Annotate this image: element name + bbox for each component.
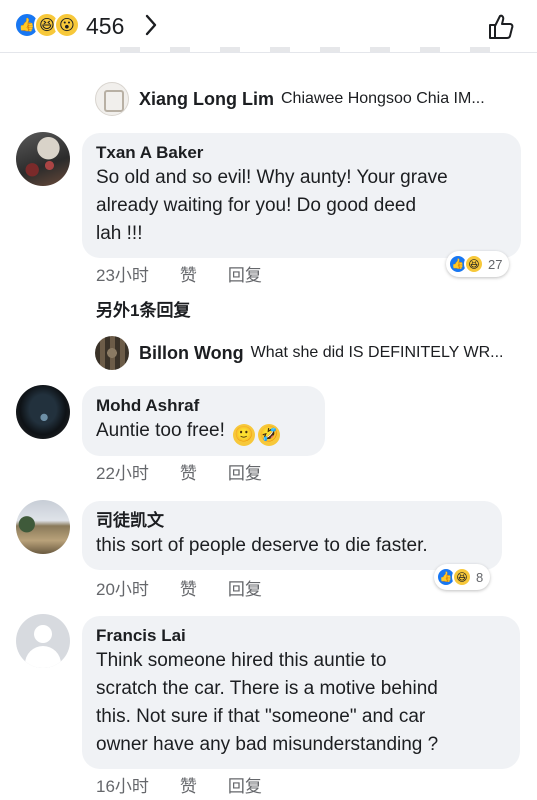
reply-author[interactable]: Xiang Long Lim	[139, 89, 274, 110]
reply-button[interactable]: 回复	[228, 772, 262, 797]
comment-text-line: this. Not sure if that "someone" and car	[96, 706, 426, 727]
avatar[interactable]	[95, 336, 129, 370]
avatar[interactable]	[16, 500, 70, 554]
haha-icon: 😆	[452, 567, 472, 587]
reply-text: What she did IS DEFINITELY WR...	[250, 344, 504, 361]
like-button[interactable]: 赞	[180, 575, 197, 600]
like-button[interactable]: 赞	[180, 261, 197, 286]
chevron-right-icon[interactable]	[144, 13, 158, 37]
reply-preview[interactable]: Xiang Long Lim Chiawee Hongsoo Chia IM..…	[139, 82, 524, 116]
laughing-emoji-icon: 🤣	[258, 424, 281, 446]
like-button[interactable]: 赞	[180, 459, 197, 484]
comment-author[interactable]: Mohd Ashraf	[96, 395, 311, 417]
reply-text: Chiawee Hongsoo Chia IM...	[281, 90, 485, 107]
reaction-icons[interactable]: 👍 😆 😮	[14, 12, 80, 38]
avatar-placeholder-icon	[25, 646, 61, 668]
comment-meta: 16小时 赞 回复	[96, 772, 293, 797]
like-button[interactable]: 赞	[180, 772, 197, 797]
comment-bubble[interactable]: Mohd Ashraf Auntie too free! 🙂 🤣	[82, 386, 325, 456]
comment-text-line: owner have any bad misunderstanding ?	[96, 734, 439, 755]
comment-text-line: So old and so evil! Why aunty! Your grav…	[96, 167, 448, 188]
comment-text-line: already waiting for you! Do good deed	[96, 195, 417, 216]
comment-author[interactable]: Francis Lai	[96, 625, 506, 647]
comment-text-line: lah !!!	[96, 223, 143, 244]
wow-icon: 😮	[54, 12, 80, 38]
view-more-replies[interactable]: 另外1条回复	[96, 296, 190, 321]
comment-bubble[interactable]: 司徒凯文 this sort of people deserve to die …	[82, 501, 502, 570]
thumbs-up-icon[interactable]	[486, 12, 516, 42]
comment-text-line: Auntie too free! 🙂 🤣	[96, 417, 311, 446]
comment-author[interactable]: Txan A Baker	[96, 142, 507, 164]
avatar[interactable]	[95, 82, 129, 116]
comment-meta: 23小时 赞 回复	[96, 261, 293, 286]
comment-meta: 20小时 赞 回复	[96, 575, 293, 600]
reactions-header: 👍 😆 😮 456	[0, 0, 537, 53]
comment-text-line: Think someone hired this auntie to	[96, 650, 387, 671]
comment-text: Auntie too free!	[96, 420, 225, 441]
timestamp: 20小时	[96, 580, 149, 599]
comment-author[interactable]: 司徒凯文	[96, 510, 488, 532]
comment-bubble[interactable]: Francis Lai Think someone hired this aun…	[82, 616, 520, 769]
divider	[0, 52, 537, 53]
reply-author[interactable]: Billon Wong	[139, 343, 244, 364]
smile-emoji-icon: 🙂	[233, 424, 256, 446]
timestamp: 22小时	[96, 464, 149, 483]
reaction-count: 27	[488, 256, 503, 272]
avatar[interactable]	[16, 614, 70, 668]
avatar-placeholder-icon	[34, 625, 52, 643]
comment-bubble[interactable]: Txan A Baker So old and so evil! Why aun…	[82, 133, 521, 258]
reply-button[interactable]: 回复	[228, 261, 262, 286]
reaction-count[interactable]: 456	[86, 13, 124, 40]
comment-reactions[interactable]: 👍 😆 8	[434, 564, 491, 590]
timestamp: 23小时	[96, 266, 149, 285]
comment-text-line: scratch the car. There is a motive behin…	[96, 678, 438, 699]
timestamp: 16小时	[96, 777, 149, 796]
reaction-count: 8	[476, 569, 484, 585]
comment-meta: 22小时 赞 回复	[96, 459, 293, 484]
comment-text-line: this sort of people deserve to die faste…	[96, 535, 428, 556]
reply-button[interactable]: 回复	[228, 459, 262, 484]
avatar[interactable]	[16, 385, 70, 439]
reply-preview[interactable]: Billon Wong What she did IS DEFINITELY W…	[139, 336, 524, 370]
comment-reactions[interactable]: 👍 😆 27	[446, 251, 510, 277]
haha-icon: 😆	[464, 254, 484, 274]
avatar[interactable]	[16, 132, 70, 186]
reply-button[interactable]: 回复	[228, 575, 262, 600]
